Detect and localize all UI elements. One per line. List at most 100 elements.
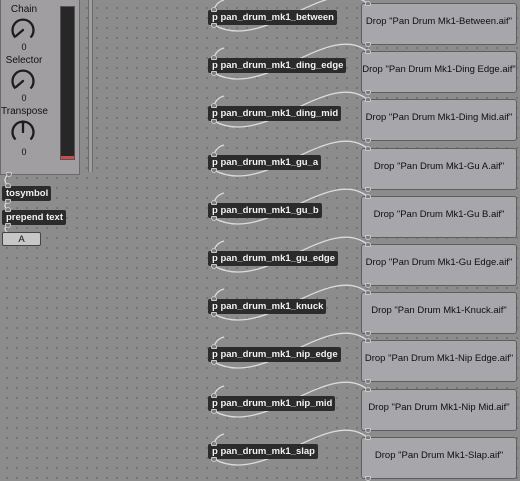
subpatch-inlet[interactable]: [211, 7, 217, 12]
subpatch-outlet[interactable]: [211, 71, 217, 76]
subpatch-label: p pan_drum_mk1_gu_edge: [212, 253, 336, 264]
subpatch-label: p pan_drum_mk1_ding_edge: [212, 60, 344, 71]
chain-knob-value: 0: [21, 42, 27, 52]
device-outlet[interactable]: [6, 172, 12, 177]
subpatch-outlet[interactable]: [211, 409, 217, 414]
subpatch-inlet[interactable]: [211, 344, 217, 349]
message-box-label: A: [18, 234, 25, 245]
drop-sample-box[interactable]: Drop "Pan Drum Mk1-Gu A.aif": [361, 146, 517, 192]
subpatch-object[interactable]: p pan_drum_mk1_ding_edge: [208, 55, 347, 76]
tosymbol-object[interactable]: tosymbol: [2, 183, 52, 204]
drop-sample-label: Drop "Pan Drum Mk1-Ding Mid.aif": [365, 112, 513, 123]
subpatch-outlet[interactable]: [211, 23, 217, 28]
subpatch-outlet[interactable]: [211, 119, 217, 124]
drop-outlet[interactable]: [365, 331, 371, 336]
divider-line: [88, 0, 93, 172]
subpatch-outlet[interactable]: [211, 360, 217, 365]
subpatch-inlet[interactable]: [211, 55, 217, 60]
subpatch-object[interactable]: p pan_drum_mk1_gu_edge: [208, 248, 339, 269]
subpatch-outlet[interactable]: [211, 216, 217, 221]
subpatch-label: p pan_drum_mk1_gu_a: [212, 157, 319, 168]
drop-sample-box[interactable]: Drop "Pan Drum Mk1-Nip Edge.aif": [361, 338, 517, 384]
drop-inlet[interactable]: [365, 97, 371, 102]
drop-sample-label: Drop "Pan Drum Mk1-Gu B.aif": [373, 209, 505, 220]
drop-sample-label: Drop "Pan Drum Mk1-Gu A.aif": [373, 161, 505, 172]
drop-inlet[interactable]: [365, 242, 371, 247]
subpatch-label: p pan_drum_mk1_nip_edge: [212, 349, 338, 360]
transpose-knob-value: 0: [21, 147, 27, 157]
drop-outlet[interactable]: [365, 90, 371, 95]
drop-inlet[interactable]: [365, 387, 371, 392]
chain-knob[interactable]: [10, 17, 36, 43]
drop-outlet[interactable]: [365, 428, 371, 433]
subpatch-label: p pan_drum_mk1_gu_b: [212, 205, 319, 216]
drop-outlet[interactable]: [365, 379, 371, 384]
drop-outlet[interactable]: [365, 42, 371, 47]
drop-outlet[interactable]: [365, 235, 371, 240]
drop-outlet[interactable]: [365, 283, 371, 288]
drop-outlet[interactable]: [365, 138, 371, 143]
subpatch-object[interactable]: p pan_drum_mk1_ding_mid: [208, 103, 342, 124]
drop-inlet[interactable]: [365, 49, 371, 54]
subpatch-object[interactable]: p pan_drum_mk1_between: [208, 7, 337, 28]
subpatch-label: p pan_drum_mk1_knuck: [212, 301, 324, 312]
tosymbol-label: tosymbol: [6, 188, 49, 199]
drop-inlet[interactable]: [365, 1, 371, 6]
subpatch-object[interactable]: p pan_drum_mk1_knuck: [208, 296, 327, 317]
subpatch-object[interactable]: p pan_drum_mk1_gu_b: [208, 200, 322, 221]
drop-sample-box[interactable]: Drop "Pan Drum Mk1-Gu B.aif": [361, 194, 517, 240]
drop-sample-label: Drop "Pan Drum Mk1-Knuck.aif": [371, 305, 507, 316]
drop-sample-box[interactable]: Drop "Pan Drum Mk1-Ding Mid.aif": [361, 97, 517, 143]
drop-outlet[interactable]: [365, 187, 371, 192]
message-box[interactable]: A: [2, 232, 41, 246]
subpatch-outlet[interactable]: [211, 168, 217, 173]
drop-sample-label: Drop "Pan Drum Mk1-Between.aif": [365, 16, 513, 27]
tosymbol-outlet[interactable]: [5, 199, 11, 204]
drop-sample-box[interactable]: Drop "Pan Drum Mk1-Knuck.aif": [361, 290, 517, 336]
subpatch-inlet[interactable]: [211, 200, 217, 205]
drop-sample-label: Drop "Pan Drum Mk1-Nip Mid.aif": [368, 402, 510, 413]
drop-sample-box[interactable]: Drop "Pan Drum Mk1-Gu Edge.aif": [361, 242, 517, 288]
subpatch-outlet[interactable]: [211, 457, 217, 462]
drop-sample-label: Drop "Pan Drum Mk1-Gu Edge.aif": [365, 257, 513, 268]
subpatch-inlet[interactable]: [211, 441, 217, 446]
subpatch-inlet[interactable]: [211, 296, 217, 301]
drop-outlet[interactable]: [365, 476, 371, 481]
transpose-knob[interactable]: [10, 119, 36, 145]
subpatch-label: p pan_drum_mk1_between: [212, 12, 334, 23]
level-meter: [60, 6, 75, 160]
chain-knob-label: Chain: [10, 4, 38, 15]
subpatch-object[interactable]: p pan_drum_mk1_nip_edge: [208, 344, 341, 365]
subpatch-inlet[interactable]: [211, 248, 217, 253]
selector-knob[interactable]: [10, 68, 36, 94]
drop-sample-box[interactable]: Drop "Pan Drum Mk1-Nip Mid.aif": [361, 387, 517, 433]
subpatch-object[interactable]: p pan_drum_mk1_slap: [208, 441, 318, 462]
tosymbol-inlet[interactable]: [5, 183, 11, 188]
subpatch-outlet[interactable]: [211, 312, 217, 317]
drop-inlet[interactable]: [365, 338, 371, 343]
drop-sample-box[interactable]: Drop "Pan Drum Mk1-Slap.aif": [361, 435, 517, 481]
prepend-label: prepend text: [6, 212, 64, 223]
subpatch-outlet[interactable]: [211, 264, 217, 269]
drop-inlet[interactable]: [365, 194, 371, 199]
selector-knob-value: 0: [21, 93, 27, 103]
prepend-outlet[interactable]: [5, 223, 11, 228]
drop-inlet[interactable]: [365, 435, 371, 440]
drop-sample-label: Drop "Pan Drum Mk1-Slap.aif": [374, 450, 504, 461]
drop-inlet[interactable]: [365, 290, 371, 295]
subpatch-inlet[interactable]: [211, 393, 217, 398]
prepend-object[interactable]: prepend text: [2, 207, 67, 228]
drop-sample-box[interactable]: Drop "Pan Drum Mk1-Between.aif": [361, 1, 517, 47]
subpatch-object[interactable]: p pan_drum_mk1_gu_a: [208, 152, 322, 173]
transpose-knob-label: Transpose: [1, 106, 48, 117]
subpatch-inlet[interactable]: [211, 152, 217, 157]
subpatch-label: p pan_drum_mk1_ding_mid: [212, 108, 339, 119]
drop-inlet[interactable]: [365, 146, 371, 151]
prepend-inlet[interactable]: [5, 207, 11, 212]
drop-sample-box[interactable]: Drop "Pan Drum Mk1-Ding Edge.aif": [361, 49, 517, 95]
selector-knob-label: Selector: [5, 55, 43, 66]
drop-sample-label: Drop "Pan Drum Mk1-Nip Edge.aif": [364, 353, 514, 364]
subpatch-inlet[interactable]: [211, 103, 217, 108]
device-panel: Chain 0 Selector 0 Transpose 0: [0, 0, 80, 177]
subpatch-object[interactable]: p pan_drum_mk1_nip_mid: [208, 393, 336, 414]
